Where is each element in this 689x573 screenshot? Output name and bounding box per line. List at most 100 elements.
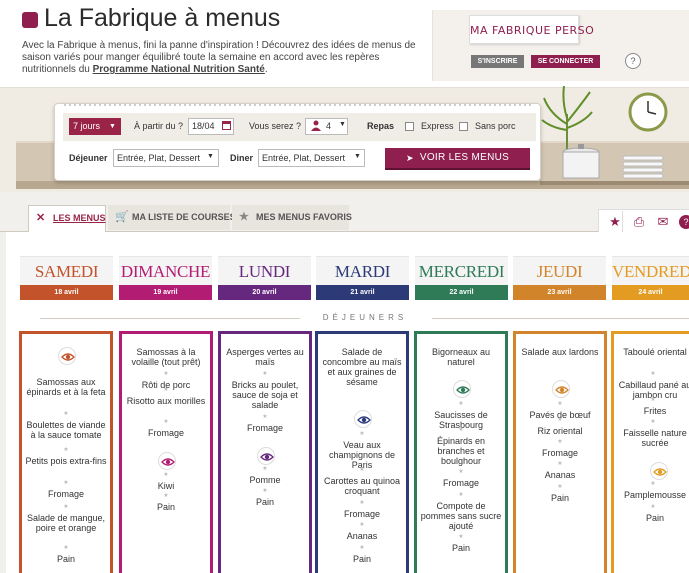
- express-checkbox[interactable]: [405, 122, 414, 131]
- express-label[interactable]: Express: [421, 121, 454, 131]
- clock-icon: [628, 92, 668, 132]
- menu-item[interactable]: Fromage: [124, 428, 208, 438]
- menu-item[interactable]: Salade de concombre au maïs et aux grain…: [320, 347, 404, 387]
- tab-menus[interactable]: ✕ LES MENUS: [28, 205, 106, 232]
- help-icon[interactable]: ?: [679, 215, 689, 229]
- day-name: MERCREDI: [418, 262, 505, 281]
- tab-favorites[interactable]: ★ MES MENUS FAVORIS: [232, 205, 352, 230]
- menu-item[interactable]: Pain: [518, 493, 602, 503]
- view-recipe-eye-icon[interactable]: [650, 462, 668, 480]
- separator-star-icon: ★: [262, 414, 268, 420]
- separator-star-icon: ★: [63, 504, 69, 510]
- menu-item[interactable]: Ananas: [320, 531, 404, 541]
- day-name: SAMEDI: [34, 262, 99, 281]
- menu-item[interactable]: Samossas à la volaille (tout prêt): [124, 347, 208, 367]
- day-header[interactable]: VENDREDI 24 avril: [612, 256, 689, 300]
- menu-item[interactable]: Pain: [24, 554, 108, 564]
- separator-star-icon: ★: [458, 534, 464, 540]
- login-button[interactable]: SE CONNECTER: [531, 55, 600, 68]
- separator-star-icon: ★: [557, 417, 563, 423]
- no-pork-label[interactable]: Sans porc: [475, 121, 516, 131]
- person-icon: [311, 120, 321, 131]
- menu-item[interactable]: Bricks au poulet, sauce de soja et salad…: [223, 380, 307, 410]
- print-icon[interactable]: ⎙: [631, 214, 647, 230]
- menu-item[interactable]: Riz oriental: [518, 426, 602, 436]
- day-header[interactable]: DIMANCHE 19 avril: [119, 256, 212, 300]
- pot-icon: [562, 144, 600, 179]
- menu-item[interactable]: Samossas aux épinards et à la feta: [24, 377, 108, 397]
- menu-item[interactable]: Fromage: [223, 423, 307, 433]
- day-date: 23 avril: [513, 285, 606, 300]
- lunch-select[interactable]: Entrée, Plat, Dessert: [113, 149, 219, 167]
- separator-star-icon: ★: [359, 545, 365, 551]
- menu-item[interactable]: Ananas: [518, 470, 602, 480]
- separator-star-icon: ★: [359, 467, 365, 473]
- menu-item[interactable]: Boulettes de viande à la sauce tomate: [24, 420, 108, 440]
- day-name: LUNDI: [238, 262, 291, 281]
- view-recipe-eye-icon[interactable]: [58, 347, 76, 365]
- menu-item[interactable]: Pain: [320, 554, 404, 564]
- day-date: 24 avril: [612, 285, 689, 300]
- separator-star-icon: ★: [650, 397, 656, 403]
- view-recipe-eye-icon[interactable]: [158, 452, 176, 470]
- menu-item[interactable]: Pamplemousse: [616, 490, 689, 500]
- view-recipe-eye-icon[interactable]: [257, 447, 275, 465]
- view-recipe-eye-icon[interactable]: [354, 410, 372, 428]
- intro-end: .: [264, 64, 268, 75]
- menu-item[interactable]: Bigorneaux au naturel: [419, 347, 503, 367]
- menu-item[interactable]: Frites: [616, 406, 689, 416]
- no-pork-checkbox[interactable]: [459, 122, 468, 131]
- menu-item[interactable]: Pain: [124, 502, 208, 512]
- day-date: 19 avril: [119, 285, 212, 300]
- menu-item[interactable]: Veau aux champignons de Paris: [320, 440, 404, 470]
- menu-item[interactable]: Pomme: [223, 475, 307, 485]
- favorite-star-icon[interactable]: ★: [607, 214, 623, 230]
- menu-item[interactable]: Fromage: [320, 509, 404, 519]
- view-recipe-eye-icon[interactable]: [552, 380, 570, 398]
- day-header[interactable]: LUNDI 20 avril: [218, 256, 311, 300]
- menu-item[interactable]: Carottes au quinoa croquant: [320, 476, 404, 496]
- menu-item[interactable]: Salade de mangue, poire et orange: [24, 513, 108, 533]
- menu-item[interactable]: Taboulé oriental: [616, 347, 689, 357]
- menu-item[interactable]: Fromage: [419, 478, 503, 488]
- calendar-icon[interactable]: [222, 121, 231, 130]
- separator-star-icon: ★: [359, 431, 365, 437]
- menu-item[interactable]: Fromage: [24, 489, 108, 499]
- menu-item[interactable]: Pain: [616, 513, 689, 523]
- menu-item[interactable]: Compote de pommes sans sucre ajouté: [419, 501, 503, 531]
- separator-star-icon: ★: [262, 488, 268, 494]
- view-recipe-eye-icon[interactable]: [453, 380, 471, 398]
- tab-shopping-list[interactable]: 🛒 MA LISTE DE COURSES: [108, 205, 236, 230]
- menu-item[interactable]: Asperges vertes au maïs: [223, 347, 307, 367]
- day-header[interactable]: SAMEDI 18 avril: [20, 256, 113, 300]
- day-header[interactable]: MERCREDI 22 avril: [415, 256, 508, 300]
- separator-star-icon: ★: [359, 500, 365, 506]
- dinner-label: Diner: [230, 153, 254, 163]
- menu-item[interactable]: Pain: [419, 543, 503, 553]
- pnns-link[interactable]: Programme National Nutrition Santé: [93, 64, 265, 75]
- separator-star-icon: ★: [458, 401, 464, 407]
- day-header[interactable]: JEUDI 23 avril: [513, 256, 606, 300]
- pointer-icon: ➤: [406, 153, 414, 163]
- separator-star-icon: ★: [63, 411, 69, 417]
- menu-item[interactable]: Salade aux lardons: [518, 347, 602, 357]
- dinner-select[interactable]: Entrée, Plat, Dessert: [258, 149, 365, 167]
- separator-star-icon: ★: [262, 466, 268, 472]
- menu-item[interactable]: Faisselle nature sucrée: [616, 428, 689, 448]
- mail-icon[interactable]: ✉: [655, 214, 671, 230]
- menu-item[interactable]: Pain: [223, 497, 307, 507]
- menu-item[interactable]: Épinards en branches et boulghour: [419, 436, 503, 466]
- day-header[interactable]: MARDI 21 avril: [316, 256, 409, 300]
- menu-item[interactable]: Petits pois extra-fins: [24, 456, 108, 466]
- signup-button[interactable]: S'INSCRIRE: [471, 55, 524, 68]
- menu-item[interactable]: Risotto aux morilles: [124, 396, 208, 406]
- fabrique-perso-logo[interactable]: MA FABRIQUE PERSO: [469, 15, 594, 44]
- chevron-down-icon: ▼: [354, 153, 361, 160]
- separator-star-icon: ★: [557, 484, 563, 490]
- help-button[interactable]: ?: [625, 53, 641, 69]
- from-date-label: À partir du ?: [134, 121, 184, 131]
- chevron-down-icon: ▼: [109, 123, 116, 130]
- separator-star-icon: ★: [458, 492, 464, 498]
- menu-item[interactable]: Fromage: [518, 448, 602, 458]
- menu-item[interactable]: Kiwi: [124, 481, 208, 491]
